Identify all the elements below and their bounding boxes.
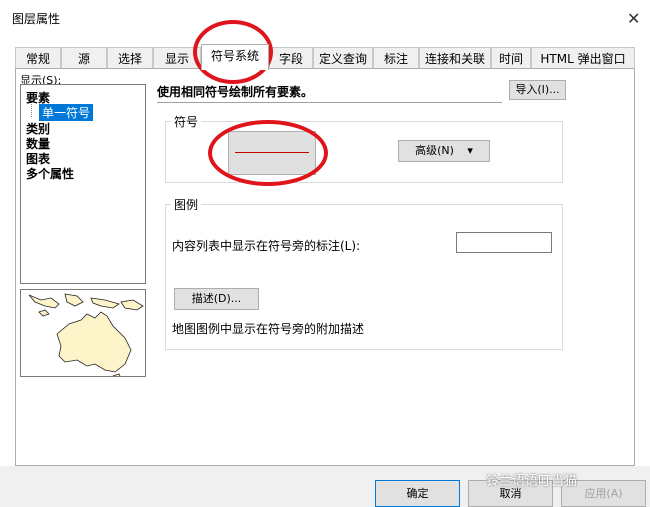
tab-strip: 常规 源 选择 显示 符号系统 字段 定义查询 标注 连接和关联 时间 HTML… xyxy=(15,44,635,70)
title-bar: 图层属性 ✕ xyxy=(0,0,650,34)
window-title: 图层属性 xyxy=(12,12,61,26)
legend-description-prompt: 地图图例中显示在符号旁的附加描述 xyxy=(172,322,365,336)
ok-button[interactable]: 确定 xyxy=(375,480,460,507)
renderer-description: 使用相同符号绘制所有要素。 xyxy=(157,83,502,103)
symbol-group-title: 符号 xyxy=(171,113,202,130)
renderer-preview-image xyxy=(20,289,146,377)
close-icon[interactable]: ✕ xyxy=(627,9,640,28)
toc-label-prompt: 内容列表中显示在符号旁的标注(L): xyxy=(172,239,361,253)
import-button[interactable]: 导入(I)... xyxy=(509,80,566,100)
tab-joins-relates[interactable]: 连接和关联 xyxy=(419,47,491,69)
dropdown-arrow-icon: ▾ xyxy=(467,144,473,157)
show-list[interactable]: 要素 单一符号 类别 数量 图表 多个属性 xyxy=(20,84,146,284)
tab-symbology[interactable]: 符号系统 xyxy=(201,44,269,70)
list-item-single-symbol[interactable]: 单一符号 xyxy=(39,104,94,121)
australia-map-icon xyxy=(21,290,145,376)
tab-html-popup[interactable]: HTML 弹出窗口 xyxy=(531,47,635,69)
legend-group-title: 图例 xyxy=(171,196,202,213)
tab-selection[interactable]: 选择 xyxy=(107,47,153,69)
list-item-multiple-attributes[interactable]: 多个属性 xyxy=(26,165,74,182)
advanced-button-label: 高级(N) xyxy=(415,144,454,157)
advanced-button[interactable]: 高级(N) ▾ xyxy=(398,140,490,162)
toc-label-input[interactable] xyxy=(456,232,552,253)
tab-definition-query[interactable]: 定义查询 xyxy=(313,47,373,69)
tab-general[interactable]: 常规 xyxy=(15,47,61,69)
tab-source[interactable]: 源 xyxy=(61,47,107,69)
tab-labels[interactable]: 标注 xyxy=(373,47,419,69)
watermark-text: 铃兰语语叮当猫 xyxy=(486,474,578,489)
annotation-circle-symbol xyxy=(208,120,328,186)
tab-time[interactable]: 时间 xyxy=(491,47,531,69)
describe-button[interactable]: 描述(D)... xyxy=(174,288,259,310)
tab-fields[interactable]: 字段 xyxy=(269,47,313,69)
